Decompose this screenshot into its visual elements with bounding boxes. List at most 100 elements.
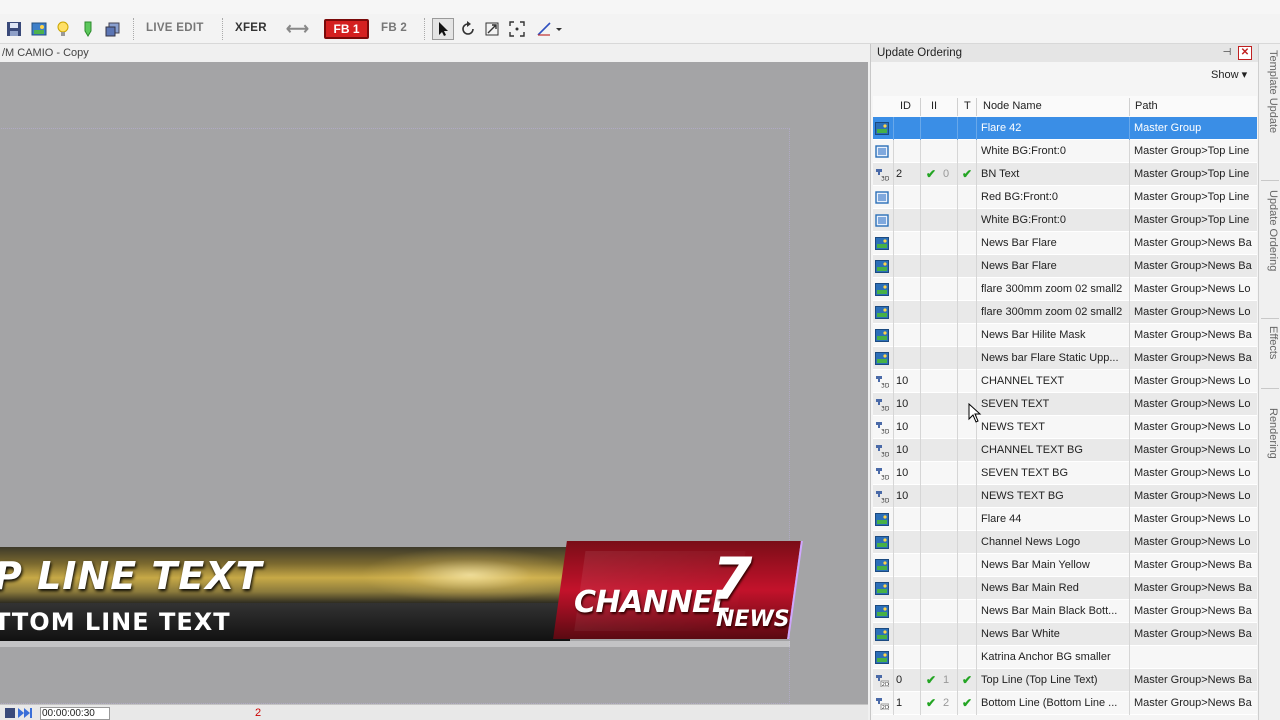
scale-icon[interactable] [484,21,500,37]
column-ii[interactable]: II [931,100,937,112]
column-divider [920,554,921,577]
row-check-ii[interactable]: ✔ [926,692,936,715]
column-divider [893,577,894,600]
column-node-name[interactable]: Node Name [983,100,1042,112]
table-row[interactable]: News Bar Flare Master Group>News Ba [873,232,1257,255]
save-icon[interactable] [6,21,22,37]
table-row[interactable]: Katrina Anchor BG smaller [873,646,1257,669]
pin-icon[interactable]: ⊣ [1221,47,1233,59]
tab-template-update[interactable]: Template Update [1261,50,1279,133]
column-divider [976,255,977,278]
marker-icon[interactable] [80,21,96,37]
column-path[interactable]: Path [1135,100,1158,112]
table-row[interactable]: News Bar Flare Master Group>News Ba [873,255,1257,278]
fb1-button[interactable]: FB 1 [324,19,369,39]
table-row[interactable]: 3D 10 NEWS TEXT Master Group>News Lo [873,416,1257,439]
table-row[interactable]: 2D 0 ✔ 1 ✔ Top Line (Top Line Text) Master Gro… [873,669,1257,692]
table-row[interactable]: News Bar Main Yellow Master Group>News Ba [873,554,1257,577]
column-divider [957,554,958,577]
fit-icon[interactable] [509,21,525,37]
layers-icon[interactable] [105,21,121,37]
text-3d-icon: 3D [876,422,889,434]
tab-rendering[interactable]: Rendering [1261,408,1279,459]
table-row[interactable]: flare 300mm zoom 02 small2 Master Group>N… [873,278,1257,301]
column-divider [920,301,921,324]
row-check-t[interactable]: ✔ [962,669,972,692]
table-row[interactable]: 3D 10 NEWS TEXT BG Master Group>News Lo [873,485,1257,508]
scene-viewport[interactable]: P LINE TEXT TTOM LINE TEXT CHANNEL 7 NEW… [0,62,868,704]
row-path: Master Group>Top Line [1134,191,1250,203]
table-row[interactable]: News Bar Hilite Mask Master Group>News Ba [873,324,1257,347]
show-dropdown[interactable]: Show ▾ [1211,68,1247,81]
table-row[interactable]: White BG:Front:0 Master Group>Top Line [873,209,1257,232]
tab-effects[interactable]: Effects [1261,326,1279,359]
column-divider [1129,324,1130,347]
row-check-t[interactable]: ✔ [962,163,972,186]
image-node-icon [875,536,889,549]
image-icon[interactable] [31,21,47,37]
live-edit-button[interactable]: LIVE EDIT [146,22,204,34]
row-id: 10 [896,444,909,456]
table-row[interactable]: Flare 42 Master Group [873,117,1257,140]
skip-end-icon[interactable] [17,707,33,719]
table-row[interactable]: 3D 10 CHANNEL TEXT Master Group>News Lo [873,370,1257,393]
row-path: Master Group>News Lo [1134,536,1251,548]
table-row[interactable]: flare 300mm zoom 02 small2 Master Group>N… [873,301,1257,324]
table-row[interactable]: 3D 10 SEVEN TEXT BG Master Group>News Lo [873,462,1257,485]
column-divider [920,347,921,370]
row-path: Master Group>News Ba [1134,237,1252,249]
column-divider [920,439,921,462]
column-divider [957,393,958,416]
column-id[interactable]: ID [900,100,911,112]
column-divider [920,531,921,554]
table-row[interactable]: Red BG:Front:0 Master Group>Top Line [873,186,1257,209]
column-t[interactable]: T [964,100,971,112]
tab-update-ordering[interactable]: Update Ordering [1261,190,1279,271]
table-row[interactable]: Flare 44 Master Group>News Lo [873,508,1257,531]
svg-text:3D: 3D [881,406,889,412]
row-check-ii[interactable]: ✔ [926,669,936,692]
table-row[interactable]: News Bar Main Red Master Group>News Ba [873,577,1257,600]
svg-text:3D: 3D [881,383,889,389]
row-check-ii[interactable]: ✔ [926,163,936,186]
timeline-icon[interactable] [4,707,16,719]
table-row[interactable]: 3D 2 ✔ 0 ✔ BN Text Master Group>Top Line [873,163,1257,186]
column-divider [957,577,958,600]
column-divider [893,669,894,692]
table-row[interactable]: 3D 10 SEVEN TEXT Master Group>News Lo [873,393,1257,416]
column-divider [920,324,921,347]
frame-node-icon [875,214,889,227]
column-divider [893,301,894,324]
swap-arrows-icon[interactable]: ⟷ [286,19,309,39]
column-divider [1129,531,1130,554]
timecode-field[interactable]: 00:00:00:30 [40,707,110,720]
column-divider [976,163,977,186]
row-path: Master Group>News Ba [1134,329,1252,341]
row-path: Master Group>News Ba [1134,628,1252,640]
column-divider [893,278,894,301]
table-row[interactable]: White BG:Front:0 Master Group>Top Line [873,140,1257,163]
lower-third-graphic[interactable]: P LINE TEXT TTOM LINE TEXT CHANNEL 7 NEW… [0,541,810,647]
image-node-icon [875,513,889,526]
table-row[interactable]: 2D 1 ✔ 2 ✔ Bottom Line (Bottom Line ... Master… [873,692,1257,715]
row-id: 10 [896,375,909,387]
column-divider [920,163,921,186]
table-row[interactable]: News bar Flare Static Upp... Master Group… [873,347,1257,370]
curve-icon[interactable] [536,21,564,37]
pointer-icon[interactable] [435,21,451,37]
column-divider [976,669,977,692]
column-divider [920,232,921,255]
lightbulb-icon[interactable] [55,21,71,37]
column-divider [976,531,977,554]
xfer-button[interactable]: XFER [235,22,267,34]
close-icon[interactable]: ✕ [1238,46,1252,60]
fb2-button[interactable]: FB 2 [381,22,407,34]
table-row[interactable]: News Bar White Master Group>News Ba [873,623,1257,646]
frame-counter: 2 [255,707,262,719]
rotate-icon[interactable] [460,21,476,37]
table-row[interactable]: News Bar Main Black Bott... Master Group>… [873,600,1257,623]
table-row[interactable]: Channel News Logo Master Group>News Lo [873,531,1257,554]
table-row[interactable]: 3D 10 CHANNEL TEXT BG Master Group>News Lo [873,439,1257,462]
row-check-t[interactable]: ✔ [962,692,972,715]
reflection-strip [0,641,790,647]
